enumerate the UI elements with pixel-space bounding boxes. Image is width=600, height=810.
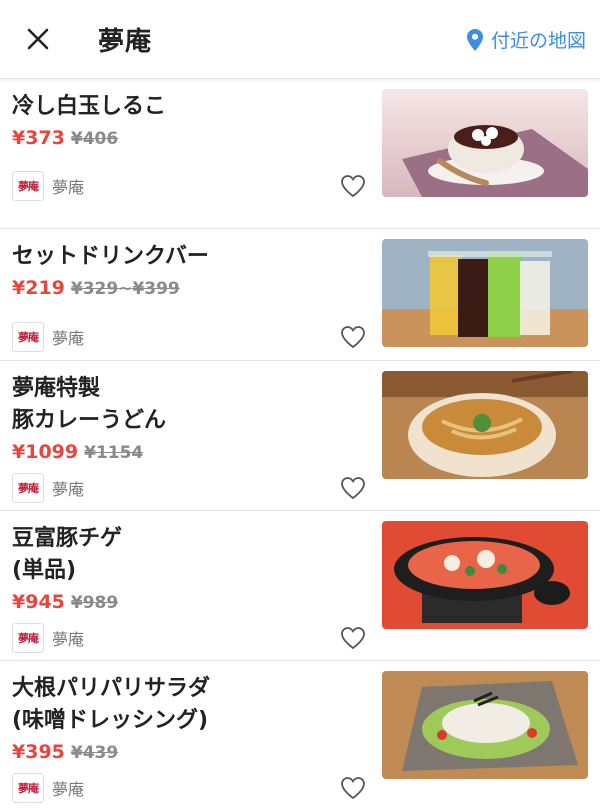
item-name: 夢庵特製 豚カレーうどん: [12, 376, 167, 433]
drink-bar-image[interactable]: [382, 239, 588, 347]
heart-icon[interactable]: [340, 626, 366, 650]
original-price: ¥989: [70, 593, 119, 613]
close-button[interactable]: [16, 17, 60, 61]
original-price: ¥439: [70, 743, 119, 763]
sale-price: ¥373: [12, 127, 65, 149]
location-pin-icon: [466, 28, 483, 51]
heart-icon[interactable]: [340, 476, 366, 500]
daikon-salad-image[interactable]: [382, 671, 588, 779]
shop-logo: 夢庵: [12, 773, 44, 803]
heart-icon[interactable]: [340, 325, 366, 349]
shop-info: 夢庵 夢庵: [12, 171, 84, 201]
shop-info: 夢庵 夢庵: [12, 322, 84, 352]
price-row: ¥945 ¥989: [12, 591, 118, 613]
original-price: ¥329~¥399: [70, 279, 180, 299]
menu-list: 冷し白玉しるこ ¥373 ¥406 夢庵 夢庵 セットドリンクバー ¥219 ¥…: [0, 79, 600, 810]
shop-logo: 夢庵: [12, 171, 44, 201]
item-name: セットドリンクバー: [12, 244, 209, 269]
shop-name: 夢庵: [52, 780, 85, 799]
list-item[interactable]: 豆富豚チゲ (単品) ¥945 ¥989 夢庵 夢庵: [0, 511, 600, 661]
app-header: 夢庵 付近の地図: [0, 0, 600, 79]
sale-price: ¥945: [12, 591, 65, 613]
shop-name: 夢庵: [52, 329, 85, 348]
original-price: ¥1154: [84, 443, 144, 463]
page-title: 夢庵: [98, 26, 153, 57]
shiratama-shiruko-image[interactable]: [382, 89, 588, 197]
nearby-map-label: 付近の地図: [490, 30, 586, 52]
shop-name: 夢庵: [52, 178, 85, 197]
shop-logo: 夢庵: [12, 473, 44, 503]
list-item[interactable]: 夢庵特製 豚カレーうどん ¥1099 ¥1154 夢庵 夢庵: [0, 361, 600, 511]
list-item[interactable]: 大根パリパリサラダ (味噌ドレッシング) ¥395 ¥439 夢庵 夢庵: [0, 661, 600, 810]
list-item[interactable]: 冷し白玉しるこ ¥373 ¥406 夢庵 夢庵: [0, 79, 600, 229]
shop-info: 夢庵 夢庵: [12, 623, 84, 653]
price-row: ¥219 ¥329~¥399: [12, 277, 180, 299]
price-row: ¥395 ¥439: [12, 741, 118, 763]
heart-icon[interactable]: [340, 174, 366, 198]
price-row: ¥373 ¥406: [12, 127, 118, 149]
shop-logo: 夢庵: [12, 623, 44, 653]
original-price: ¥406: [70, 129, 119, 149]
price-row: ¥1099 ¥1154: [12, 441, 143, 463]
shop-name: 夢庵: [52, 480, 85, 499]
sale-price: ¥395: [12, 741, 65, 763]
list-item[interactable]: セットドリンクバー ¥219 ¥329~¥399 夢庵 夢庵: [0, 229, 600, 361]
tofu-chige-image[interactable]: [382, 521, 588, 629]
item-name: 大根パリパリサラダ (味噌ドレッシング): [12, 676, 211, 733]
item-name: 豆富豚チゲ (単品): [12, 526, 123, 583]
shop-name: 夢庵: [52, 630, 85, 649]
shop-info: 夢庵 夢庵: [12, 773, 84, 803]
heart-icon[interactable]: [340, 776, 366, 800]
shop-logo: 夢庵: [12, 322, 44, 352]
shop-info: 夢庵 夢庵: [12, 473, 84, 503]
sale-price: ¥1099: [12, 441, 79, 463]
item-name: 冷し白玉しるこ: [12, 94, 167, 119]
curry-udon-image[interactable]: [382, 371, 588, 479]
close-icon: [27, 28, 49, 50]
sale-price: ¥219: [12, 277, 65, 299]
nearby-map-link[interactable]: 付近の地図: [466, 26, 586, 53]
